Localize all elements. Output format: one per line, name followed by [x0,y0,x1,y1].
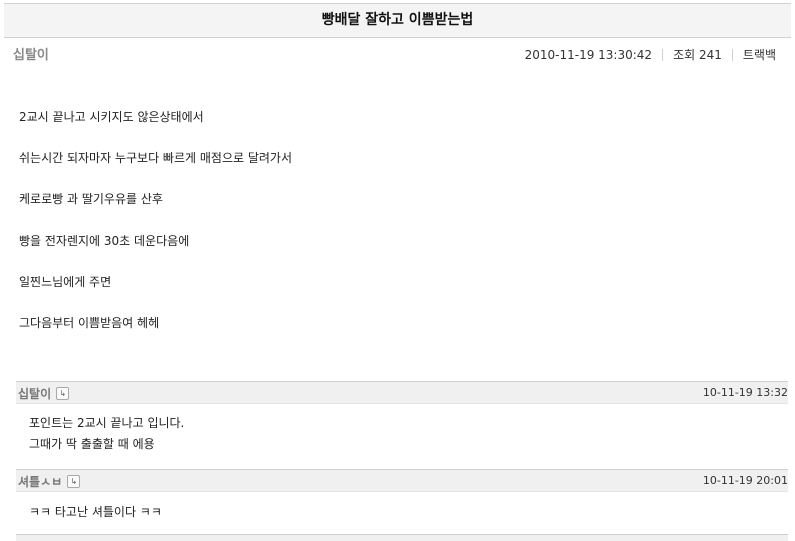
post-meta-row: 십탈이 2010-11-19 13:30:42 조회 241 트랙백 [4,40,791,64]
comment-line: 그때가 딱 출출할 때 에용 [29,437,155,451]
meta-divider [731,48,733,61]
post-datetime: 2010-11-19 13:30:42 [524,47,653,62]
comment-line: 포인트는 2교시 끝나고 입니다. [29,416,185,430]
post-meta-info: 2010-11-19 13:30:42 조회 241 트랙백 [525,46,776,63]
post-content: 2교시 끝나고 시키지도 않은상태에서 쉬는시간 되자마자 누구보다 빠르게 매… [19,110,759,357]
comment-body: ㅋㅋ 타고난 셔틀이다 ㅋㅋ [29,502,769,523]
comment-header: 십탈이 ↳ 10-11-19 13:32 [16,381,788,404]
content-line: 그다음부터 이쁨받음여 헤헤 [19,315,160,330]
reply-icon[interactable]: ↳ [56,387,70,400]
comment-time: 10-11-19 20:01 [702,474,788,487]
comment-header-next [16,534,788,541]
comment-author[interactable]: 십탈이 ↳ [18,385,70,402]
board-post-page: 빵배달 잘하고 이쁨받는법 십탈이 2010-11-19 13:30:42 조회… [0,0,795,541]
content-line: 빵을 전자렌지에 30초 데운다음에 [19,233,190,248]
content-line: 일찐느님에게 주면 [19,274,112,289]
trackback-link[interactable]: 트랙백 [743,46,776,63]
meta-divider [662,48,664,61]
reply-icon[interactable]: ↳ [67,475,81,488]
post-author[interactable]: 십탈이 [13,44,49,63]
content-line: 케로로빵 과 딸기우유를 산후 [19,192,163,207]
comment-time: 10-11-19 13:32 [702,386,788,399]
post-views: 조회 241 [673,48,722,62]
comment-line: ㅋㅋ 타고난 셔틀이다 ㅋㅋ [29,505,162,519]
comment-author-name[interactable]: 십탈이 [18,385,51,402]
content-line: 쉬는시간 되자마자 누구보다 빠르게 매점으로 달려가서 [19,151,292,166]
comment-body: 포인트는 2교시 끝나고 입니다. 그때가 딱 출출할 때 에용 [29,413,769,455]
comment-header: 셔틀ㅅㅂ ↳ 10-11-19 20:01 [16,469,788,492]
comment-author[interactable]: 셔틀ㅅㅂ ↳ [18,473,81,490]
post-title: 빵배달 잘하고 이쁨받는법 [4,3,791,38]
comment-author-name[interactable]: 셔틀ㅅㅂ [18,473,62,490]
content-line: 2교시 끝나고 시키지도 않은상태에서 [19,110,204,124]
